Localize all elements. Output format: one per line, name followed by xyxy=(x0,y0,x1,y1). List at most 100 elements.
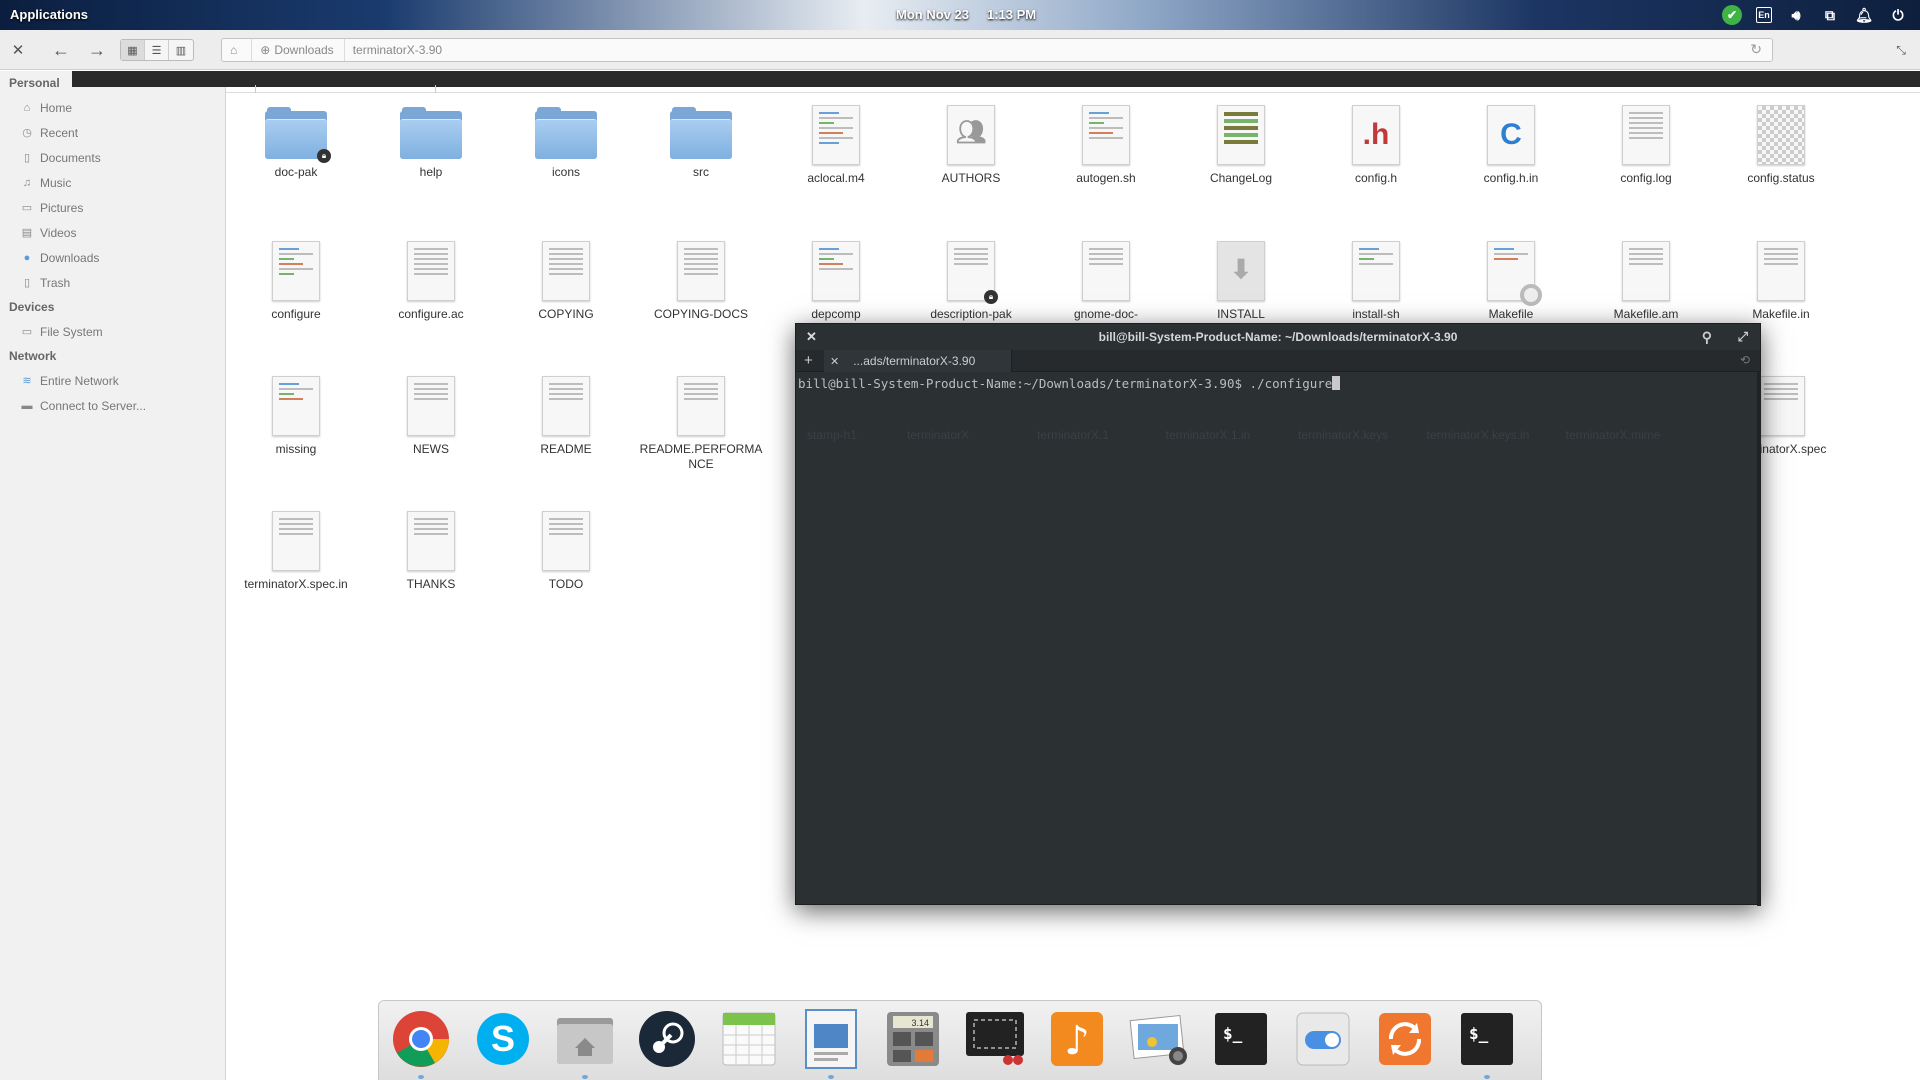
breadcrumb-downloads[interactable]: ⊕ Downloads xyxy=(252,39,345,61)
sidebar-item-trash[interactable]: ▯ Trash xyxy=(0,270,225,295)
file-item[interactable]: configure xyxy=(228,241,364,322)
terminal-titlebar[interactable]: ✕ bill@bill-System-Product-Name: ~/Downl… xyxy=(796,324,1760,350)
file-item[interactable]: COPYING-DOCS xyxy=(633,241,769,322)
music-launcher[interactable]: ♪ xyxy=(1045,1007,1109,1071)
search-icon[interactable]: ⚲ xyxy=(1702,324,1712,350)
file-item[interactable]: install-sh xyxy=(1308,241,1444,322)
icon-view-button[interactable]: ▦ xyxy=(121,40,145,60)
breadcrumb-label: Downloads xyxy=(274,43,334,57)
clock-date: Mon Nov 23 xyxy=(896,7,969,22)
skype-launcher[interactable]: S xyxy=(471,1007,535,1071)
steam-launcher[interactable] xyxy=(635,1007,699,1071)
file-item[interactable]: depcomp xyxy=(768,241,904,322)
power-icon[interactable]: ⏻ xyxy=(1888,5,1908,25)
file-item[interactable]: COPYING xyxy=(498,241,634,322)
script-file-icon xyxy=(272,241,320,301)
sidebar-item-connect-server[interactable]: ▬ Connect to Server... xyxy=(0,393,225,418)
text-file-icon xyxy=(1757,376,1805,436)
calculator-launcher[interactable]: 3.14 xyxy=(881,1007,945,1071)
switchboard-launcher[interactable] xyxy=(1291,1007,1355,1071)
file-item[interactable]: README xyxy=(498,376,634,457)
file-item[interactable]: NEWS xyxy=(363,376,499,457)
sidebar-item-entire-network[interactable]: ≋ Entire Network xyxy=(0,368,225,393)
file-item[interactable]: autogen.sh xyxy=(1038,105,1174,186)
folder-icon xyxy=(670,107,732,159)
file-item[interactable]: TODO xyxy=(498,511,634,592)
terminal-scrollbar[interactable] xyxy=(1757,372,1761,906)
new-tab-icon[interactable]: + xyxy=(804,352,813,369)
file-item[interactable]: icons xyxy=(498,107,634,180)
file-item[interactable]: THANKS xyxy=(363,511,499,592)
file-item[interactable]: Cconfig.h.in xyxy=(1443,105,1579,186)
volume-icon[interactable]: 🔊︎ xyxy=(1786,5,1806,25)
document-viewer-launcher[interactable] xyxy=(799,1007,863,1079)
terminal-launcher[interactable]: $_ xyxy=(1209,1007,1273,1071)
breadcrumb-home[interactable]: ⌂ xyxy=(222,39,253,61)
file-item[interactable]: 👥︎ AUTHORS xyxy=(903,105,1039,186)
history-icon[interactable]: ⟲ xyxy=(1740,353,1750,367)
sidebar-item-recent[interactable]: ◷ Recent xyxy=(0,120,225,145)
network-icon[interactable]: ⧉ xyxy=(1820,5,1840,25)
sidebar-item-label: Entire Network xyxy=(40,373,119,388)
file-item[interactable]: README.PERFORMANCE xyxy=(633,376,769,472)
file-item[interactable]: Makefile.am xyxy=(1578,241,1714,322)
restore-window-icon[interactable]: ⤡ xyxy=(1892,39,1910,61)
sidebar-item-music[interactable]: ♫ Music xyxy=(0,170,225,195)
files-launcher[interactable] xyxy=(553,1007,617,1079)
breadcrumb-current[interactable]: terminatorX-3.90 xyxy=(345,39,452,61)
text-file-icon xyxy=(542,511,590,571)
file-item[interactable]: config.status xyxy=(1713,105,1849,186)
file-item[interactable]: ⬇ INSTALL xyxy=(1173,241,1309,322)
update-manager-launcher[interactable] xyxy=(1373,1007,1437,1071)
column-view-button[interactable]: ▥ xyxy=(169,40,193,60)
calendar-launcher[interactable] xyxy=(717,1007,781,1071)
maximize-icon[interactable]: ⤢ xyxy=(1738,324,1748,350)
terminal-output[interactable]: bill@bill-System-Product-Name:~/Download… xyxy=(796,372,1760,902)
file-item[interactable]: 🔒︎ doc-pak xyxy=(228,107,364,180)
terminal-launcher-active[interactable]: $_ xyxy=(1455,1007,1519,1079)
update-ok-icon[interactable]: ✔ xyxy=(1722,5,1742,25)
file-item[interactable]: aclocal.m4 xyxy=(768,105,904,186)
list-view-button[interactable]: ☰ xyxy=(145,40,169,60)
file-item[interactable]: gnome-doc- xyxy=(1038,241,1174,322)
notification-bell-icon[interactable]: 🔔︎ xyxy=(1854,5,1874,25)
sidebar-item-documents[interactable]: ▯ Documents xyxy=(0,145,225,170)
location-bar[interactable]: ⌂ ⊕ Downloads terminatorX-3.90 ↻ xyxy=(221,38,1773,62)
file-item[interactable]: .h config.h xyxy=(1308,105,1444,186)
sidebar-item-videos[interactable]: ▤ Videos xyxy=(0,220,225,245)
sidebar-item-home[interactable]: ⌂ Home xyxy=(0,95,225,120)
file-item[interactable]: help xyxy=(363,107,499,180)
reload-icon[interactable]: ↻ xyxy=(1750,41,1762,58)
sidebar-item-label: Connect to Server... xyxy=(40,398,147,413)
file-item[interactable]: config.log xyxy=(1578,105,1714,186)
close-tab-icon[interactable]: ✕ xyxy=(830,355,839,368)
file-item[interactable]: terminatorX.spec.in xyxy=(228,511,364,592)
clock[interactable]: Mon Nov 23 1:13 PM xyxy=(896,7,1054,22)
sidebar-item-pictures[interactable]: ▭ Pictures xyxy=(0,195,225,220)
ghost-label: terminatorX.keys.in xyxy=(1426,428,1530,442)
screenshot-launcher[interactable] xyxy=(963,1007,1027,1071)
file-item[interactable]: src xyxy=(633,107,769,180)
back-arrow-icon[interactable]: ← xyxy=(50,39,72,61)
sidebar-item-downloads[interactable]: ● Downloads xyxy=(0,245,225,270)
file-item[interactable]: Makefile.in xyxy=(1713,241,1849,322)
photos-launcher[interactable] xyxy=(1127,1007,1191,1071)
forward-arrow-icon[interactable]: → xyxy=(86,39,108,61)
chrome-launcher[interactable] xyxy=(389,1007,453,1079)
file-label: config.h xyxy=(1354,171,1398,185)
file-item[interactable]: ChangeLog xyxy=(1173,105,1309,186)
close-window-icon[interactable]: ✕ xyxy=(10,39,26,61)
file-item[interactable]: Makefile xyxy=(1443,241,1579,322)
terminal-tab[interactable]: ✕ ...ads/terminatorX-3.90 xyxy=(824,350,1012,372)
file-item[interactable]: missing xyxy=(228,376,364,457)
file-item[interactable]: configure.ac xyxy=(363,241,499,322)
update-sync-icon xyxy=(1379,1013,1431,1065)
file-label: src xyxy=(693,165,709,179)
tab-divider xyxy=(256,85,436,93)
close-icon[interactable]: ✕ xyxy=(806,324,817,350)
terminal-window[interactable]: ✕ bill@bill-System-Product-Name: ~/Downl… xyxy=(795,323,1761,906)
keyboard-layout-indicator[interactable]: En xyxy=(1756,7,1772,23)
applications-menu[interactable]: Applications xyxy=(10,7,88,22)
file-item[interactable]: 🔒︎ description-pak xyxy=(903,241,1039,322)
sidebar-item-file-system[interactable]: ▭ File System xyxy=(0,319,225,344)
